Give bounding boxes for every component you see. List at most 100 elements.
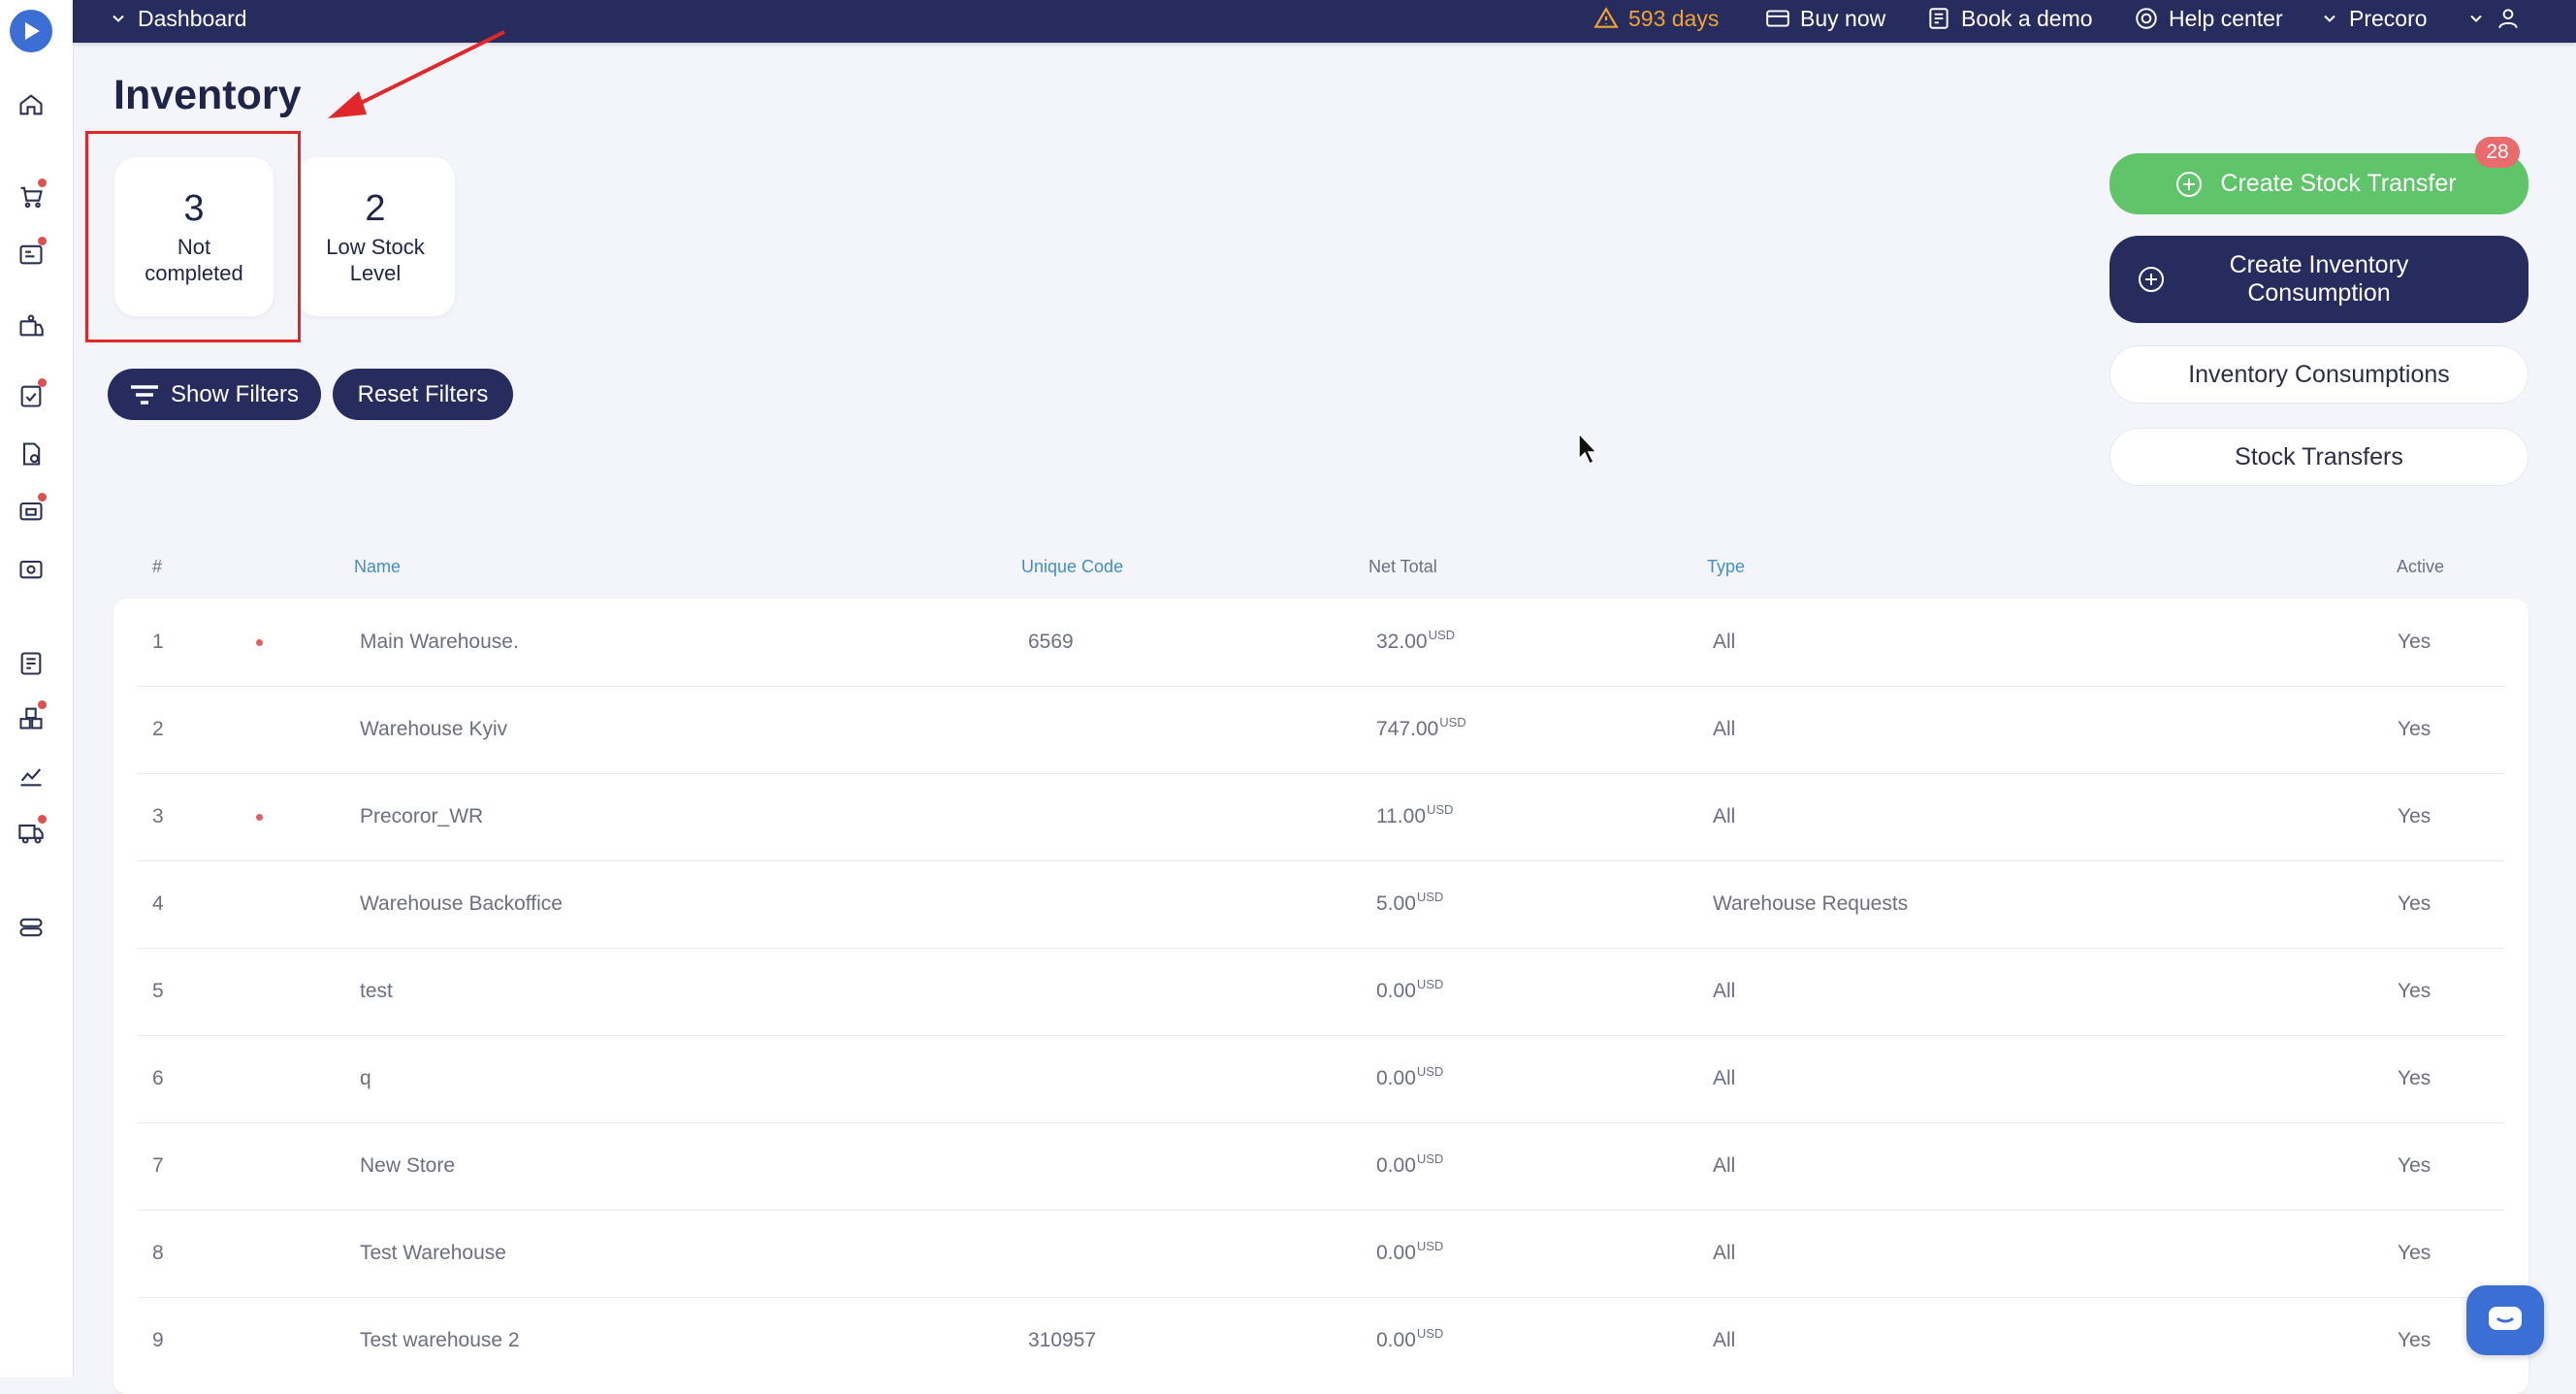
credit-card-icon	[1766, 10, 1789, 27]
invoices-icon[interactable]	[16, 553, 47, 584]
kpi-value: 2	[365, 187, 386, 229]
annotation-highlight-box	[85, 131, 301, 342]
suppliers-icon[interactable]	[16, 310, 47, 341]
cell-active: Yes	[2398, 1067, 2431, 1089]
col-header-type[interactable]: Type	[1707, 557, 1745, 577]
create-stock-transfer-button[interactable]: Create Stock Transfer	[2109, 153, 2528, 214]
table-row[interactable]: 5 test 0.00 USD All Yes	[138, 948, 2504, 1036]
create-inventory-consumption-button[interactable]: Create Inventory Consumption	[2109, 236, 2528, 323]
approvals-icon[interactable]	[16, 378, 47, 411]
kpi-label: Low Stock Level	[326, 235, 425, 285]
requests-icon[interactable]	[16, 237, 47, 270]
cell-active: Yes	[2398, 1329, 2431, 1351]
cell-number: 9	[152, 1329, 164, 1351]
sidebar	[0, 0, 74, 1378]
show-filters-label: Show Filters	[170, 380, 300, 407]
col-header-net-total: Net Total	[1368, 557, 1437, 576]
cell-unique-code: 310957	[1028, 1329, 1097, 1351]
notification-dot	[38, 815, 47, 824]
cell-type: All	[1713, 1242, 1736, 1264]
budgets-icon[interactable]	[16, 648, 47, 679]
notification-dot	[38, 237, 47, 245]
warning-icon	[1594, 7, 1619, 28]
buy-now-link[interactable]: Buy now	[1765, 0, 1885, 37]
cell-name: q	[360, 1067, 371, 1089]
help-center-link[interactable]: Help center	[2134, 0, 2283, 37]
cell-unique-code: 6569	[1028, 631, 1074, 653]
cell-name: Main Warehouse.	[360, 631, 519, 653]
col-header-unique-code[interactable]: Unique Code	[1021, 557, 1123, 577]
dashboard-dropdown[interactable]: Dashboard	[109, 0, 247, 37]
transfer-count-badge: 28	[2475, 137, 2520, 168]
notification-dot	[38, 700, 47, 709]
cell-active: Yes	[2398, 892, 2431, 915]
cell-net-total: 32.00 USD	[1376, 627, 1456, 654]
company-dropdown[interactable]: Precoro	[2320, 0, 2428, 37]
chevron-down-icon	[2470, 15, 2482, 22]
analytics-icon[interactable]	[16, 761, 47, 792]
cell-type: All	[1713, 1154, 1736, 1177]
notification-dot	[38, 493, 47, 502]
cell-net-total: 0.00 USD	[1376, 976, 1444, 1003]
cell-name: Test warehouse 2	[360, 1329, 520, 1351]
cell-net-total: 0.00 USD	[1376, 1325, 1444, 1352]
chevron-down-icon	[113, 15, 124, 22]
settings-toggle-icon[interactable]	[16, 912, 47, 943]
table-row[interactable]: 9 Test warehouse 2 310957 0.00 USD All Ye…	[138, 1297, 2504, 1384]
cell-net-total: 0.00 USD	[1376, 1063, 1444, 1090]
inventory-table: 1 Main Warehouse. 6569 32.00 USD All Yes …	[113, 599, 2528, 1394]
mouse-cursor-icon	[1578, 432, 1598, 466]
receipts-icon[interactable]	[16, 493, 47, 526]
user-icon	[2498, 9, 2518, 29]
cell-name: Warehouse Backoffice	[360, 892, 563, 915]
help-center-label: Help center	[2169, 5, 2283, 31]
table-row[interactable]: 2 Warehouse Kyiv 747.00 USD All Yes	[138, 686, 2504, 774]
purchase-cart-icon[interactable]	[16, 178, 47, 211]
cell-type: All	[1713, 1329, 1736, 1351]
cell-net-total: 0.00 USD	[1376, 1238, 1444, 1265]
calendar-icon	[1929, 8, 1948, 29]
plus-circle-icon	[2176, 171, 2202, 197]
home-icon[interactable]	[16, 89, 47, 120]
kpi-low-stock[interactable]: 2 Low Stock Level	[296, 157, 455, 316]
cell-number: 6	[152, 1067, 164, 1089]
cell-name: Test Warehouse	[360, 1242, 506, 1264]
col-header-name[interactable]: Name	[354, 557, 401, 577]
inventory-icon[interactable]	[16, 700, 47, 733]
book-demo-link[interactable]: Book a demo	[1926, 0, 2093, 37]
table-row[interactable]: 4 Warehouse Backoffice 5.00 USD Warehouse…	[138, 860, 2504, 949]
reset-filters-label: Reset Filters	[357, 380, 489, 407]
cell-number: 3	[152, 805, 164, 827]
chat-icon	[2489, 1307, 2522, 1330]
table-row[interactable]: 3 Precoror_WR 11.00 USD All Yes	[138, 773, 2504, 861]
cell-type: Warehouse Requests	[1713, 892, 1909, 915]
documents-icon[interactable]	[16, 438, 47, 470]
show-filters-button[interactable]: Show Filters	[108, 369, 321, 420]
cell-name: test	[360, 980, 393, 1002]
table-row[interactable]: 6 q 0.00 USD All Yes	[138, 1035, 2504, 1123]
cell-net-total: 5.00 USD	[1376, 889, 1444, 916]
table-row[interactable]: 8 Test Warehouse 0.00 USD All Yes	[138, 1210, 2504, 1298]
reset-filters-button[interactable]: Reset Filters	[333, 369, 513, 420]
chevron-down-icon	[2324, 15, 2335, 22]
chat-widget-button[interactable]	[2466, 1285, 2544, 1355]
inventory-consumptions-button[interactable]: Inventory Consumptions	[2109, 345, 2528, 404]
col-header-active: Active	[2397, 557, 2445, 576]
cell-type: All	[1713, 980, 1736, 1002]
annotation-arrow	[328, 30, 505, 118]
cell-active: Yes	[2398, 1242, 2431, 1264]
table-row[interactable]: 1 Main Warehouse. 6569 32.00 USD All Yes	[138, 599, 2504, 687]
status-dot	[256, 814, 263, 821]
stock-transfers-button[interactable]: Stock Transfers	[2109, 428, 2528, 486]
delivery-icon[interactable]	[16, 815, 47, 848]
cell-active: Yes	[2398, 805, 2431, 827]
inventory-consumptions-label: Inventory Consumptions	[2188, 360, 2450, 388]
trial-days[interactable]: 593 days	[1594, 0, 1719, 37]
cell-type: All	[1713, 718, 1736, 740]
user-menu[interactable]	[2466, 0, 2521, 37]
precoro-logo[interactable]	[10, 10, 52, 52]
cell-number: 4	[152, 892, 164, 915]
col-header-number: #	[152, 557, 163, 576]
table-row[interactable]: 7 New Store 0.00 USD All Yes	[138, 1122, 2504, 1211]
create-stock-transfer-label: Create Stock Transfer	[2220, 170, 2457, 197]
